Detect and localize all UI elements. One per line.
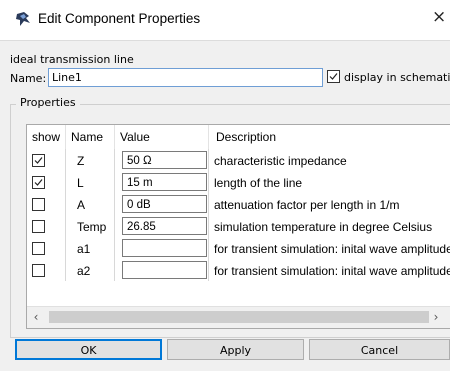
property-description: length of the line	[214, 176, 303, 190]
column-separator	[208, 125, 209, 149]
check-icon	[329, 73, 338, 80]
column-header-name[interactable]: Name	[71, 125, 104, 149]
show-checkbox[interactable]	[32, 198, 45, 211]
column-separator	[114, 125, 115, 149]
horizontal-scrollbar[interactable]: ‹ ›	[27, 306, 450, 328]
column-header-description[interactable]: Description	[216, 125, 277, 149]
properties-table: show Name Value Description Z 50 Ω chara…	[26, 124, 450, 329]
show-checkbox[interactable]	[32, 264, 45, 277]
property-name: L	[77, 176, 84, 190]
property-name: a1	[77, 242, 91, 256]
property-description: for transient simulation: inital wave am…	[214, 242, 450, 256]
table-row[interactable]: Temp 26.85 simulation temperature in deg…	[27, 216, 450, 238]
show-checkbox[interactable]	[32, 176, 45, 189]
property-value-input[interactable]: 50 Ω	[122, 151, 207, 169]
property-value-input[interactable]	[122, 239, 207, 257]
properties-group-label: Properties	[16, 96, 80, 109]
name-input[interactable]: Line1	[48, 68, 323, 87]
property-name: a2	[77, 264, 91, 278]
scroll-left-icon[interactable]: ‹	[29, 310, 43, 324]
property-description: attenuation factor per length in 1/m	[214, 198, 400, 212]
close-icon[interactable]: ×	[432, 7, 446, 27]
display-in-schematic-label: display in schematic	[344, 71, 450, 84]
property-description: for transient simulation: inital wave am…	[214, 264, 450, 278]
property-description: simulation temperature in degree Celsius	[214, 220, 433, 234]
apply-button[interactable]: Apply	[167, 339, 304, 360]
property-description: characteristic impedance	[214, 154, 347, 168]
name-label: Name:	[10, 72, 47, 85]
component-description: ideal transmission line	[10, 53, 134, 66]
cancel-button[interactable]: Cancel	[309, 339, 450, 360]
show-checkbox[interactable]	[32, 220, 45, 233]
ok-button[interactable]: OK	[15, 339, 162, 360]
column-separator	[65, 125, 66, 149]
column-header-show[interactable]: show	[32, 125, 61, 149]
display-in-schematic-checkbox[interactable]	[327, 70, 340, 83]
table-row[interactable]: L 15 m length of the line	[27, 172, 450, 194]
app-icon	[16, 12, 30, 26]
scrollbar-thumb[interactable]	[49, 311, 429, 323]
check-icon	[34, 179, 43, 186]
scroll-right-icon[interactable]: ›	[429, 310, 443, 324]
show-checkbox[interactable]	[32, 242, 45, 255]
column-header-value[interactable]: Value	[120, 125, 150, 149]
property-value-input[interactable]: 15 m	[122, 173, 207, 191]
table-row[interactable]: Z 50 Ω characteristic impedance	[27, 150, 450, 172]
dialog-body: ideal transmission line Name: Line1 disp…	[0, 40, 450, 371]
check-icon	[34, 157, 43, 164]
property-name: Z	[77, 154, 85, 168]
show-checkbox[interactable]	[32, 154, 45, 167]
property-value-input[interactable]	[122, 261, 207, 279]
property-name: A	[77, 198, 86, 212]
property-value-input[interactable]: 0 dB	[122, 195, 207, 213]
property-value-input[interactable]: 26.85	[122, 217, 207, 235]
table-row[interactable]: a2 for transient simulation: inital wave…	[27, 260, 450, 282]
title-bar: Edit Component Properties ×	[0, 0, 450, 40]
property-name: Temp	[77, 220, 107, 234]
table-row[interactable]: A 0 dB attenuation factor per length in …	[27, 194, 450, 216]
table-row[interactable]: a1 for transient simulation: inital wave…	[27, 238, 450, 260]
window-title: Edit Component Properties	[38, 11, 201, 26]
